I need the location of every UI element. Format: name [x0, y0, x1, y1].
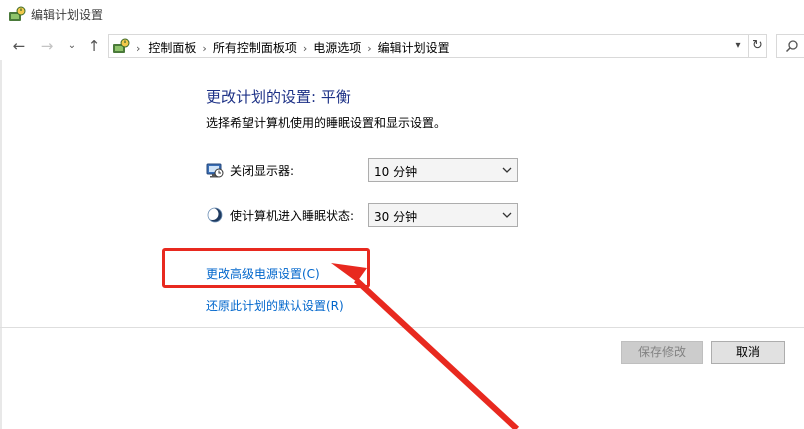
breadcrumb-separator[interactable]: › [367, 42, 371, 55]
breadcrumb-item-control-panel[interactable]: 控制面板 [148, 39, 196, 56]
breadcrumb-item-power-options[interactable]: 电源选项 [313, 39, 361, 56]
search-input[interactable] [776, 34, 804, 58]
divider [0, 327, 804, 328]
annotation-arrow-shaft [353, 277, 520, 429]
forward-arrow-icon[interactable]: → [38, 36, 56, 56]
power-options-icon [113, 38, 130, 53]
page-title: 更改计划的设置: 平衡 [206, 88, 351, 106]
chevron-down-icon[interactable]: ⌄ [63, 36, 81, 56]
refresh-button[interactable]: ↻ [749, 34, 767, 58]
sleep-value: 30 分钟 [374, 210, 418, 224]
address-dropdown-chevron-icon[interactable]: ▾ [731, 38, 745, 54]
address-bar[interactable]: › 控制面板 › 所有控制面板项 › 电源选项 › 编辑计划设置 ▾ [108, 34, 749, 58]
save-button[interactable]: 保存修改 [621, 341, 703, 364]
restore-defaults-link[interactable]: 还原此计划的默认设置(R) [206, 297, 344, 314]
power-options-icon [9, 6, 26, 21]
window-title: 编辑计划设置 [31, 8, 104, 22]
search-icon [785, 40, 798, 53]
breadcrumb-item-all-items[interactable]: 所有控制面板项 [213, 39, 297, 56]
navigation-pane-edge [0, 60, 2, 429]
navigation-bar: ← → ⌄ ↑ › 控制面板 › 所有控制面板项 › 电源选项 › 编辑计划设置 ▾ ↻ [0, 32, 804, 60]
breadcrumb-separator[interactable]: › [136, 42, 140, 55]
back-arrow-icon[interactable]: ← [10, 36, 28, 56]
breadcrumb-separator[interactable]: › [303, 42, 307, 55]
display-icon [206, 163, 224, 178]
display-off-select[interactable]: 10 分钟 [368, 158, 518, 182]
cancel-button[interactable]: 取消 [711, 341, 785, 364]
annotation-highlight-box [162, 248, 370, 288]
sleep-select[interactable]: 30 分钟 [368, 203, 518, 227]
sleep-label: 使计算机进入睡眠状态: [230, 209, 355, 223]
display-off-label: 关闭显示器: [230, 164, 295, 178]
breadcrumb-separator[interactable]: › [202, 42, 206, 55]
title-bar: 编辑计划设置 [0, 0, 804, 30]
chevron-down-icon [502, 167, 512, 173]
chevron-down-icon [502, 212, 512, 218]
up-arrow-icon[interactable]: ↑ [85, 36, 103, 56]
display-off-value: 10 分钟 [374, 165, 418, 179]
moon-icon [206, 207, 223, 223]
breadcrumb-item-edit-plan[interactable]: 编辑计划设置 [378, 39, 450, 56]
page-description: 选择希望计算机使用的睡眠设置和显示设置。 [206, 116, 447, 130]
breadcrumb: › 控制面板 › 所有控制面板项 › 电源选项 › 编辑计划设置 [136, 39, 450, 56]
